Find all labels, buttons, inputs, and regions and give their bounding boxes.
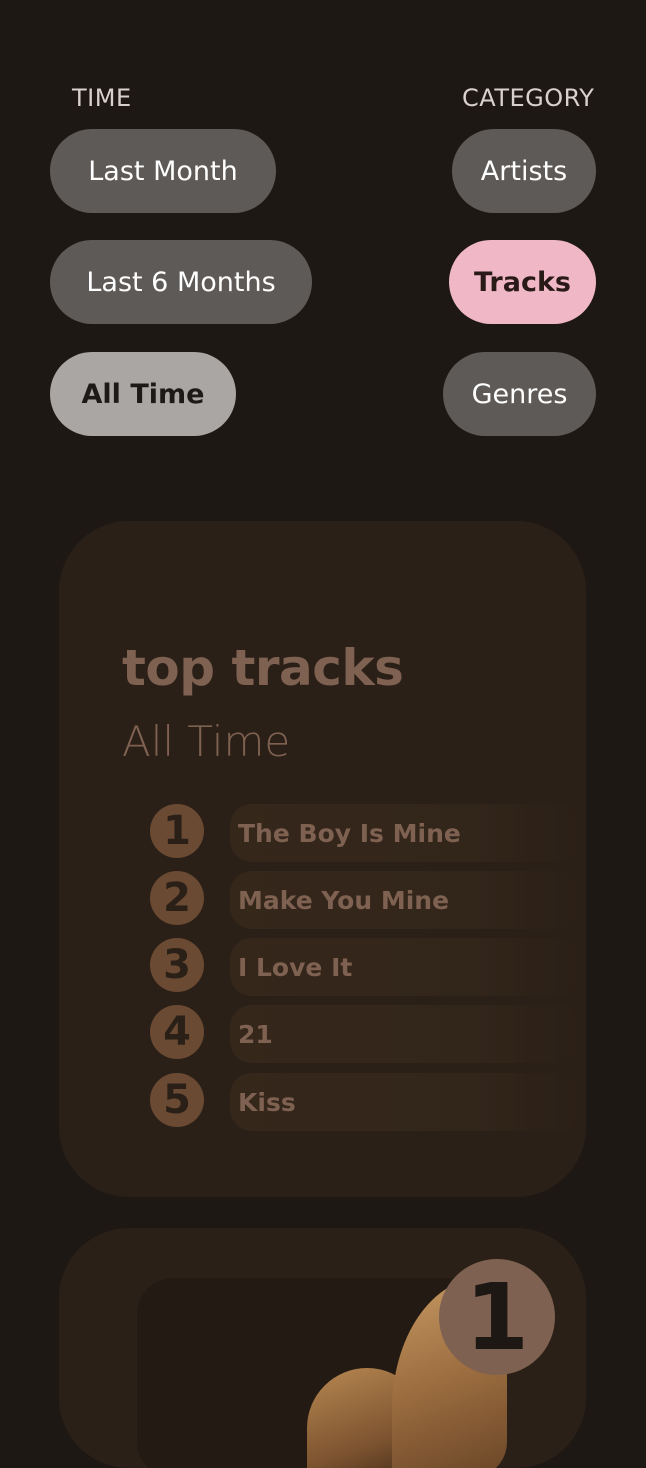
category-section-label: CATEGORY	[462, 84, 595, 112]
top-tracks-card: top tracks All Time 1 The Boy Is Mine 2 …	[59, 521, 586, 1197]
track-bar: Kiss	[230, 1073, 580, 1131]
track-row[interactable]: 4 21	[150, 1005, 580, 1065]
rank-badge: 2	[150, 871, 204, 925]
track-row[interactable]: 1 The Boy Is Mine	[150, 804, 580, 864]
feature-track-card[interactable]: 1	[59, 1228, 586, 1468]
rank-badge: 4	[150, 1005, 204, 1059]
category-pill-genres[interactable]: Genres	[443, 352, 596, 436]
track-row[interactable]: 3 I Love It	[150, 938, 580, 998]
category-pill-tracks[interactable]: Tracks	[449, 240, 596, 324]
track-name: The Boy Is Mine	[238, 818, 461, 848]
time-section-label: TIME	[72, 84, 132, 112]
track-name: 21	[238, 1019, 273, 1049]
track-row[interactable]: 2 Make You Mine	[150, 871, 580, 931]
rank-badge: 3	[150, 938, 204, 992]
track-name: Kiss	[238, 1087, 296, 1117]
track-name: I Love It	[238, 952, 353, 982]
time-pill-last-6-months[interactable]: Last 6 Months	[50, 240, 312, 324]
track-bar: I Love It	[230, 938, 580, 996]
track-bar: Make You Mine	[230, 871, 580, 929]
track-name: Make You Mine	[238, 885, 450, 915]
time-pill-last-month[interactable]: Last Month	[50, 129, 276, 213]
track-bar: The Boy Is Mine	[230, 804, 580, 862]
category-pill-artists[interactable]: Artists	[452, 129, 596, 213]
track-bar: 21	[230, 1005, 580, 1063]
time-pill-all-time[interactable]: All Time	[50, 352, 236, 436]
rank-badge: 5	[150, 1073, 204, 1127]
card-subtitle: All Time	[122, 717, 291, 766]
feature-rank-badge: 1	[439, 1259, 555, 1375]
track-row[interactable]: 5 Kiss	[150, 1073, 580, 1133]
rank-badge: 1	[150, 804, 204, 858]
card-title: top tracks	[122, 639, 404, 697]
